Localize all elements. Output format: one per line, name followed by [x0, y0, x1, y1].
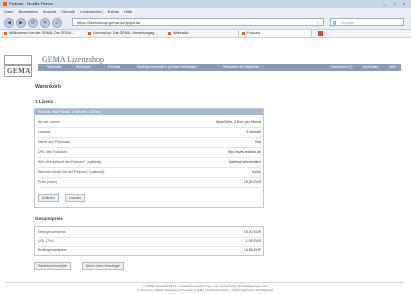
- google-icon: g: [333, 20, 337, 26]
- license-panel: Podcast: Wort+Musik, 3 Minuten, 10 Euro …: [34, 108, 264, 208]
- window-titlebar: Podcast - Mozilla Firefox _ □ ×: [0, 0, 411, 8]
- forward-button[interactable]: ▶: [16, 18, 26, 28]
- window-title: Podcast - Mozilla Firefox: [9, 1, 53, 6]
- bookmarks-bar: Willkommen bei der GEMA: Die GEMA... Liz…: [0, 30, 411, 38]
- license-panel-header: Podcast: Wort+Musik, 3 Minuten, 10 Euro: [35, 109, 263, 115]
- search-input[interactable]: g Google: [330, 18, 404, 26]
- shop-title: GEMA Lizenzshop: [42, 55, 104, 64]
- row-key: Nettogesamtpreis:: [38, 230, 67, 234]
- nav-podcast[interactable]: Podcast: [108, 64, 120, 71]
- site-navigation: Startseite Webradio Podcast Hintergrundm…: [38, 64, 401, 71]
- row-key: URL des Podcasts:: [38, 150, 68, 154]
- menu-extras[interactable]: Extras: [108, 9, 119, 14]
- bookmark-label: Webradio: [173, 31, 189, 35]
- bookmark-gema-home[interactable]: Willkommen bei der GEMA: Die GEMA...: [4, 30, 74, 37]
- url-bar[interactable]: https://lizenzshop.gema.de/lp/portal ☆: [72, 18, 324, 26]
- menu-ansicht[interactable]: Ansicht: [43, 9, 56, 14]
- search-placeholder: Google: [341, 20, 354, 25]
- gema-favicon-icon: [242, 31, 245, 35]
- row-value: Kultur: [251, 170, 261, 174]
- table-row: Wie oft erscheint der Podcast? (optional…: [38, 158, 261, 168]
- nav-warenkorb[interactable]: Warenkorb (1): [331, 64, 353, 71]
- table-row: Laufzeit: 3 Monate: [38, 128, 261, 138]
- order-cart-button[interactable]: Warenkorb bestellen: [34, 262, 72, 270]
- row-key: Art der Lizenz:: [38, 120, 61, 124]
- nav-hilfe[interactable]: Hilfe: [389, 64, 396, 71]
- table-row: Bruttogesamtpreis: 16,05 EUR: [38, 246, 261, 255]
- menu-lesezeichen[interactable]: Lesezeichen: [80, 9, 102, 14]
- row-key: Laufzeit:: [38, 130, 52, 134]
- table-row: Preis (netto): 15,00 EUR: [38, 178, 261, 188]
- footer-links[interactable]: Impressum | GEMA Webseiten & Podcast | G…: [0, 288, 411, 292]
- row-value: Zweimal wöchentlich: [228, 160, 261, 164]
- row-value: 16,05 EUR: [243, 248, 261, 252]
- new-tab-icon: [318, 30, 323, 36]
- firefox-icon: [3, 1, 7, 6]
- gema-favicon-icon: [88, 31, 91, 35]
- bookmark-webradio[interactable]: Webradio: [168, 30, 188, 37]
- row-value: http://www.testtest.de: [227, 150, 261, 154]
- nav-hintergrundmusik[interactable]: Hintergrundmusik in privaten Webseiten: [137, 64, 197, 71]
- row-key: USt. (7%):: [38, 239, 55, 243]
- window-controls[interactable]: _ □ ×: [384, 0, 408, 8]
- row-value: 1,05 EUR: [245, 239, 261, 243]
- gema-favicon-icon: [168, 31, 171, 35]
- table-row: Name des Podcasts: Test: [38, 138, 261, 148]
- row-key: Bruttogesamtpreis:: [38, 248, 68, 252]
- total-panel: Nettogesamtpreis: 15,00 EUR USt. (7%): 1,0…: [34, 226, 264, 256]
- gema-logo[interactable]: GEMA: [4, 55, 32, 77]
- footer-divider: [6, 282, 404, 283]
- table-row: Art der Lizenz: Wort/Gebr, 3 Euro pro Mon…: [38, 118, 261, 128]
- delete-button[interactable]: Löschen: [65, 194, 86, 202]
- new-tab-button[interactable]: [318, 30, 323, 37]
- navigation-toolbar: ◀ ▶ ⟳ ✕ ⌂ https://lizenzshop.gema.de/lp/…: [0, 15, 411, 30]
- bookmark-label: Willkommen bei der GEMA: Die GEMA...: [9, 31, 75, 35]
- nav-webseiten-mitglieder[interactable]: Webseiten für Mitglieder: [223, 64, 260, 71]
- row-value: Test: [254, 140, 261, 144]
- edit-button[interactable]: Editieren: [38, 194, 59, 202]
- table-row: Welchen Inhalt hat der Podcast? (optiona…: [38, 168, 261, 178]
- row-value: 15,00 EUR: [243, 230, 261, 234]
- row-key: Welchen Inhalt hat der Podcast? (optiona…: [38, 170, 106, 174]
- bookmark-star-icon[interactable]: ☆: [316, 19, 320, 27]
- nav-anmelden[interactable]: Anmelden: [363, 64, 378, 71]
- nav-startseite[interactable]: Startseite: [47, 64, 61, 71]
- menu-hilfe[interactable]: Hilfe: [124, 9, 132, 14]
- gema-favicon-icon: [4, 31, 7, 35]
- bookmark-podcast-active[interactable]: Podcast: [238, 30, 312, 37]
- add-license-button[interactable]: Neue Lizenz hinzufügen: [82, 262, 125, 270]
- stop-button[interactable]: ✕: [40, 18, 50, 28]
- row-value: 15,00 EUR: [243, 180, 261, 184]
- page-title: Warenkorb: [35, 84, 61, 90]
- logo-bar: [5, 64, 31, 66]
- license-count-heading: 1 Lizenz: [35, 99, 53, 104]
- bookmark-label: Lizenzshop: Die GEMA. Verwertungsg...: [93, 31, 158, 35]
- bookmark-lizenzshop[interactable]: Lizenzshop: Die GEMA. Verwertungsg...: [88, 30, 157, 37]
- menu-bar: Datei Bearbeiten Ansicht Chronik Lesezei…: [0, 8, 411, 15]
- logo-text: GEMA: [7, 67, 31, 75]
- menu-chronik[interactable]: Chronik: [61, 9, 75, 14]
- row-key: Name des Podcasts:: [38, 140, 71, 144]
- nav-webradio[interactable]: Webradio: [76, 64, 90, 71]
- menu-datei[interactable]: Datei: [4, 9, 13, 14]
- row-value: 3 Monate: [246, 130, 261, 134]
- home-button[interactable]: ⌂: [52, 18, 62, 28]
- back-button[interactable]: ◀: [4, 18, 14, 28]
- bookmark-label: Podcast: [247, 31, 260, 35]
- total-heading: Gesamtpreis: [35, 216, 63, 221]
- row-key: Preis (netto):: [38, 180, 59, 184]
- row-value: Wort/Gebr, 3 Euro pro Monat: [216, 120, 261, 124]
- footer: © GEMA Gesellschaft für musikalische Auf…: [0, 284, 411, 292]
- row-key: Wie oft erscheint der Podcast? (optional…: [38, 160, 103, 164]
- url-text: https://lizenzshop.gema.de/lp/portal: [77, 20, 140, 25]
- table-row: URL des Podcasts: http://www.testtest.de: [38, 148, 261, 158]
- menu-bearbeiten[interactable]: Bearbeiten: [18, 9, 37, 14]
- reload-button[interactable]: ⟳: [28, 18, 38, 28]
